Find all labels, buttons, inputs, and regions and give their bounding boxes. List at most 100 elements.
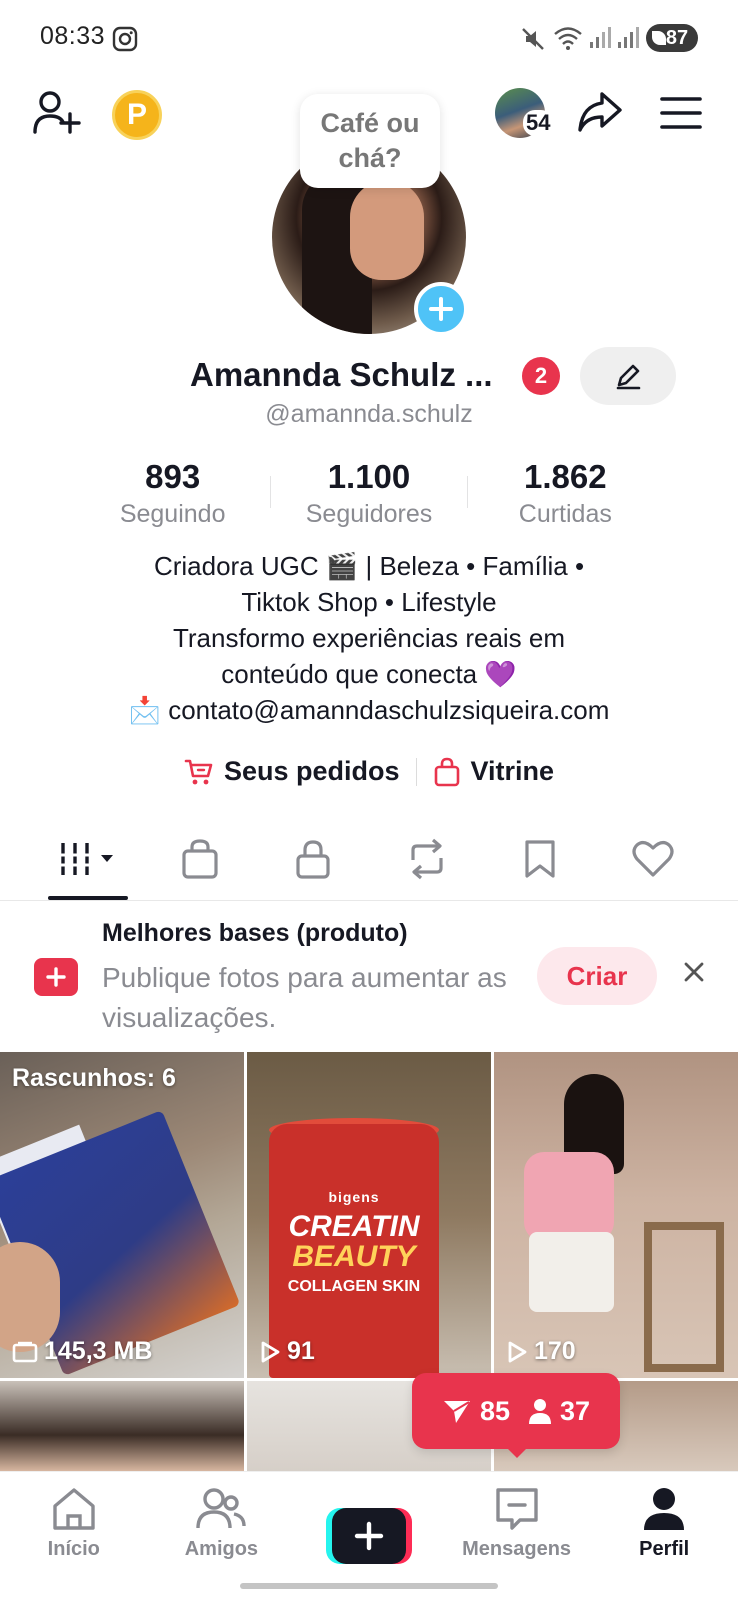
profile-links: Seus pedidos Vitrine (0, 756, 738, 787)
stat-likes-label: Curtidas (518, 500, 612, 528)
view-count-value: 170 (534, 1337, 576, 1365)
video-tile[interactable]: 170 (494, 1052, 738, 1378)
folder-icon (12, 1341, 38, 1362)
coin-icon[interactable]: P (112, 90, 162, 140)
nav-home-label: Início (47, 1538, 100, 1560)
friends-icon (196, 1488, 247, 1529)
nav-profile-label: Perfil (639, 1538, 690, 1560)
bio-line: conteúdo que conecta 💜 (221, 659, 517, 689)
product-line: BEAUTY (292, 1240, 416, 1273)
insights-popup[interactable]: 85 37 (412, 1373, 620, 1449)
share-icon[interactable] (576, 90, 624, 134)
plus-icon (354, 1521, 384, 1551)
prompt-title: Melhores bases (produto) (102, 919, 408, 947)
edit-profile-button[interactable] (580, 347, 676, 405)
orders-label: Seus pedidos (223, 756, 400, 786)
bottom-navigation: Início Amigos Mensagens Perfil (0, 1471, 738, 1600)
stat-following-value: 893 (145, 458, 201, 495)
cart-icon (184, 759, 213, 784)
create-button[interactable]: Criar (537, 947, 657, 1005)
followers-value: 37 (560, 1395, 591, 1426)
stat-following[interactable]: 893 Seguindo (75, 456, 270, 530)
shopping-bag-icon (182, 839, 218, 879)
stat-followers[interactable]: 1.100 Seguidores (271, 456, 466, 530)
tab-videos[interactable] (30, 818, 143, 900)
drafts-size-value: 145,3 MB (44, 1337, 153, 1365)
display-name[interactable]: Amannda Schulz ... (190, 356, 493, 394)
pencil-icon (616, 364, 641, 390)
add-friend-icon[interactable] (32, 88, 82, 136)
views-value: 85 (479, 1395, 510, 1426)
bio-line: Criadora UGC 🎬 | Beleza • Família • (153, 551, 585, 581)
nav-messages[interactable]: Mensagens (443, 1472, 591, 1600)
bio-line: Tiktok Shop • Lifestyle (241, 587, 497, 617)
video-tile[interactable] (0, 1381, 244, 1471)
tab-reposts[interactable] (370, 818, 483, 900)
video-tile[interactable]: bigens CREATIN BEAUTY COLLAGEN SKIN 91 (247, 1052, 491, 1378)
product-line: COLLAGEN SKIN (287, 1278, 421, 1295)
tab-shop[interactable] (143, 818, 256, 900)
battery-indicator: 87 (646, 24, 698, 52)
add-story-button[interactable] (414, 282, 468, 336)
tab-saved[interactable] (483, 818, 596, 900)
profile-icon (644, 1488, 685, 1530)
lock-icon (296, 840, 330, 879)
profile-stats: 893 Seguindo 1.100 Seguidores 1.862 Curt… (75, 456, 663, 530)
drafts-size: 145,3 MB (12, 1337, 152, 1366)
view-count: 170 (506, 1337, 576, 1366)
signal-icon (588, 26, 612, 50)
orders-link[interactable]: Seus pedidos (168, 756, 416, 787)
tab-liked[interactable] (597, 818, 710, 900)
repost-icon (411, 838, 443, 880)
product-brand: bigens (328, 1189, 380, 1205)
nav-friends-label: Amigos (184, 1538, 259, 1560)
views-stat: 85 (442, 1396, 510, 1427)
showcase-label: Vitrine (470, 756, 555, 786)
instagram-icon (112, 26, 138, 52)
drafts-tile[interactable]: Rascunhos: 6 145,3 MB (0, 1052, 244, 1378)
username-handle: @amannda.schulz (265, 400, 473, 428)
wifi-icon (553, 26, 583, 50)
note-bubble[interactable]: Café ou chá? (300, 94, 440, 188)
visitor-count: 54 (523, 110, 554, 136)
person-icon (529, 1399, 551, 1424)
tab-private[interactable] (257, 818, 370, 900)
nav-messages-label: Mensagens (462, 1538, 572, 1560)
signal-icon-2 (616, 26, 640, 50)
play-icon (261, 1341, 280, 1362)
battery-level: 87 (665, 26, 689, 49)
close-icon[interactable] (682, 960, 706, 984)
product-text: bigens CREATIN BEAUTY COLLAGEN SKIN (269, 1182, 439, 1302)
prompt-subtitle: Publique fotos para aumentar as visualiz… (102, 962, 507, 1033)
nav-profile[interactable]: Perfil (590, 1472, 738, 1600)
nav-friends[interactable]: Amigos (148, 1472, 296, 1600)
home-indicator (240, 1583, 498, 1589)
add-photo-icon (34, 958, 78, 996)
create-video-button[interactable] (325, 1508, 412, 1564)
bookmark-icon (525, 840, 555, 878)
tabs-divider (0, 900, 738, 901)
play-icon (508, 1341, 527, 1362)
plus-icon (429, 297, 453, 321)
stat-likes[interactable]: 1.862 Curtidas (468, 456, 663, 530)
stat-following-label: Seguindo (119, 500, 226, 528)
notification-badge[interactable]: 2 (522, 357, 560, 395)
menu-icon[interactable] (660, 96, 702, 130)
nav-home[interactable]: Início (0, 1472, 148, 1600)
heart-icon (632, 841, 674, 877)
bio-line: Transformo experiências reais em (172, 623, 566, 653)
profile-bio: Criadora UGC 🎬 | Beleza • Família • Tikt… (0, 548, 738, 728)
shopping-bag-icon (434, 757, 459, 786)
product-line: CREATIN (288, 1210, 420, 1243)
message-icon (495, 1488, 538, 1530)
showcase-link[interactable]: Vitrine (417, 756, 571, 787)
view-count-value: 91 (287, 1337, 315, 1365)
view-count: 91 (259, 1337, 315, 1366)
stat-followers-label: Seguidores (305, 500, 433, 528)
bio-email-line[interactable]: 📩 contato@amanndaschulzsiqueira.com (0, 692, 738, 728)
status-time: 08:33 (40, 22, 106, 50)
nav-create[interactable] (295, 1472, 443, 1600)
stat-followers-value: 1.100 (327, 458, 411, 495)
popup-tail (505, 1446, 529, 1458)
content-tabs (30, 818, 710, 900)
